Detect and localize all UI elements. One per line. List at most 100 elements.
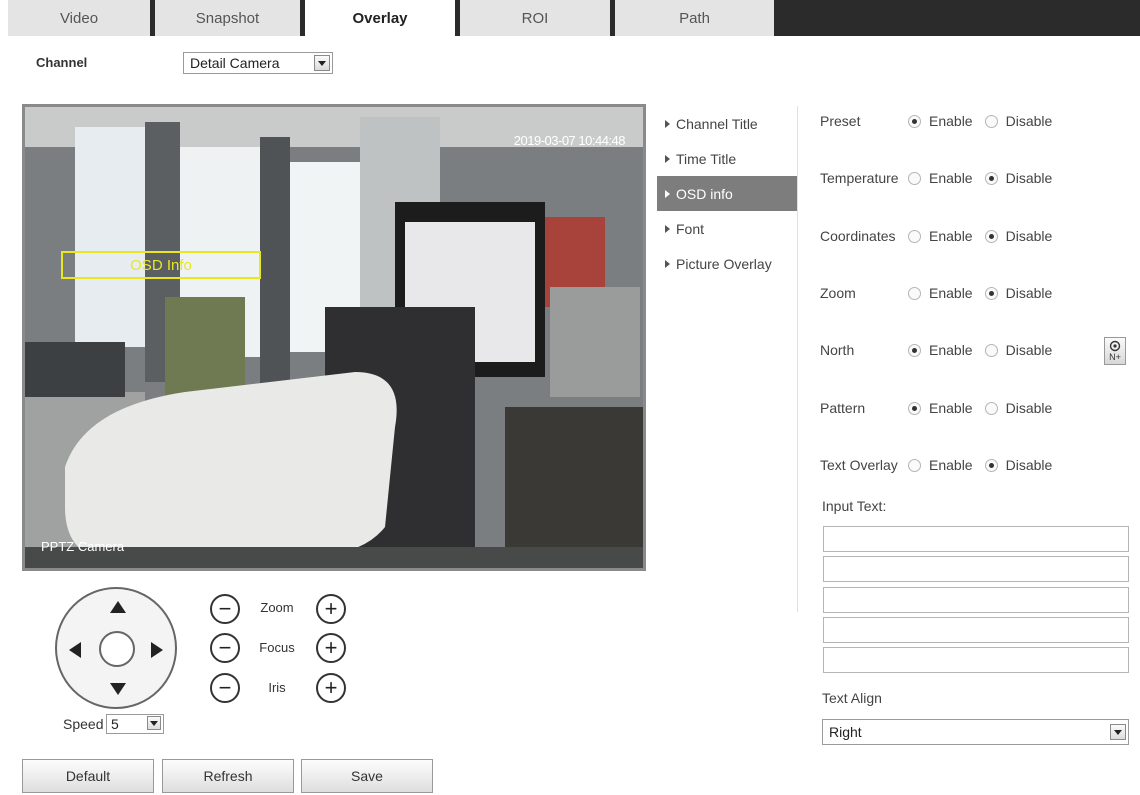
radio-dot [984,114,998,128]
text-align-label: Text Align [822,690,882,706]
zoom-disable-radio[interactable]: Disable [984,285,1052,301]
temperature-disable-radio[interactable]: Disable [984,170,1052,186]
speed-label: Speed [63,716,104,732]
arrow-up-icon[interactable] [110,601,126,613]
input-text-label: Input Text: [822,498,887,514]
setting-row-pattern: Pattern Enable Disable [820,398,1064,418]
video-preview[interactable]: 2019-03-07 10:44:48 OSD Info PPTZ Camera [22,104,646,571]
radio-label: Enable [929,170,973,186]
setting-label: North [820,342,855,358]
radio-dot [908,229,921,243]
setting-label: Text Overlay [820,457,898,473]
setting-label: Coordinates [820,228,896,244]
zoom-label: Zoom [260,600,294,615]
iris-open-button[interactable]: + [316,673,346,703]
iris-close-button[interactable]: − [210,673,240,703]
menu-item-osd-info[interactable]: OSD info [657,176,797,211]
menu-item-label: Channel Title [676,115,758,132]
temperature-enable-radio[interactable]: Enable [908,170,973,186]
setting-row-zoom: Zoom Enable Disable [820,283,1064,303]
overlay-text-input-4[interactable] [823,617,1129,643]
setting-label: Temperature [820,170,899,186]
radio-label: Disable [1005,228,1053,244]
north-enable-radio[interactable]: Enable [908,342,973,358]
chevron-down-icon[interactable] [1110,724,1126,740]
tab-roi[interactable]: ROI [460,0,610,36]
setting-label: Preset [820,113,861,129]
focus-label: Focus [259,640,295,655]
radio-dot [908,286,921,300]
channel-select[interactable]: Detail Camera [183,52,333,74]
arrow-down-icon[interactable] [110,683,126,695]
radio-dot [984,229,998,243]
radio-dot [984,343,998,357]
video-timestamp: 2019-03-07 10:44:48 [513,133,626,148]
menu-item-time-title[interactable]: Time Title [657,141,797,176]
preset-disable-radio[interactable]: Disable [984,113,1052,129]
caret-right-icon [665,259,670,268]
iris-label: Iris [268,680,286,695]
osd-info-box[interactable]: OSD Info [61,251,261,279]
coordinates-enable-radio[interactable]: Enable [908,228,973,244]
set-north-icon[interactable]: N+ [1104,337,1126,365]
menu-item-channel-title[interactable]: Channel Title [657,106,797,141]
menu-item-picture-overlay[interactable]: Picture Overlay [657,246,797,281]
radio-dot [984,171,998,185]
refresh-button[interactable]: Refresh [162,759,294,793]
overlay-text-input-1[interactable] [823,526,1129,552]
radio-dot [984,401,998,415]
text-overlay-disable-radio[interactable]: Disable [984,457,1052,473]
text-overlay-enable-radio[interactable]: Enable [908,457,973,473]
caret-right-icon [665,224,670,233]
default-button[interactable]: Default [22,759,154,793]
chevron-down-icon[interactable] [147,716,161,730]
tab-overlay[interactable]: Overlay [305,0,455,36]
setting-label: Zoom [820,285,856,301]
zoom-in-button[interactable]: + [316,594,346,624]
pattern-disable-radio[interactable]: Disable [984,400,1052,416]
save-button[interactable]: Save [301,759,433,793]
overlay-text-input-3[interactable] [823,587,1129,613]
focus-in-button[interactable]: + [316,633,346,663]
overlay-text-input-5[interactable] [823,647,1129,673]
channel-label: Channel [36,55,88,70]
zoom-out-button[interactable]: − [210,594,240,624]
menu-divider [797,106,798,612]
north-icon-label: N+ [1109,352,1121,362]
text-align-select[interactable]: Right [822,719,1129,745]
radio-dot [908,114,921,128]
tab-bar: Video Snapshot Overlay ROI Path [8,0,1140,36]
focus-out-button[interactable]: − [210,633,240,663]
tab-bar-filler [774,0,1140,36]
chevron-down-icon[interactable] [314,55,330,71]
setting-label: Pattern [820,400,866,416]
radio-label: Enable [929,113,973,129]
radio-label: Enable [929,400,973,416]
tab-video[interactable]: Video [8,0,150,36]
overlay-menu: Channel Title Time Title OSD info Font P… [657,106,797,281]
radio-dot [908,171,921,185]
speed-select[interactable]: 5 [106,714,164,734]
arrow-right-icon[interactable] [151,642,163,658]
arrow-left-icon[interactable] [69,642,81,658]
radio-label: Enable [929,342,973,358]
north-disable-radio[interactable]: Disable [984,342,1053,358]
tab-path[interactable]: Path [615,0,774,36]
caret-right-icon [665,119,670,128]
radio-label: Enable [929,457,973,473]
caret-right-icon [665,189,670,198]
menu-item-label: Time Title [676,150,737,167]
menu-item-font[interactable]: Font [657,211,797,246]
radio-dot [984,286,998,300]
overlay-text-input-2[interactable] [823,556,1129,582]
radio-label: Disable [1005,342,1053,358]
ptz-center-button[interactable] [99,631,135,667]
tab-snapshot[interactable]: Snapshot [155,0,300,36]
radio-dot [908,401,921,415]
zoom-enable-radio[interactable]: Enable [908,285,973,301]
ptz-direction-pad [55,587,177,709]
pattern-enable-radio[interactable]: Enable [908,400,973,416]
setting-row-coordinates: Coordinates Enable Disable [820,226,1064,246]
preset-enable-radio[interactable]: Enable [908,113,973,129]
coordinates-disable-radio[interactable]: Disable [984,228,1053,244]
